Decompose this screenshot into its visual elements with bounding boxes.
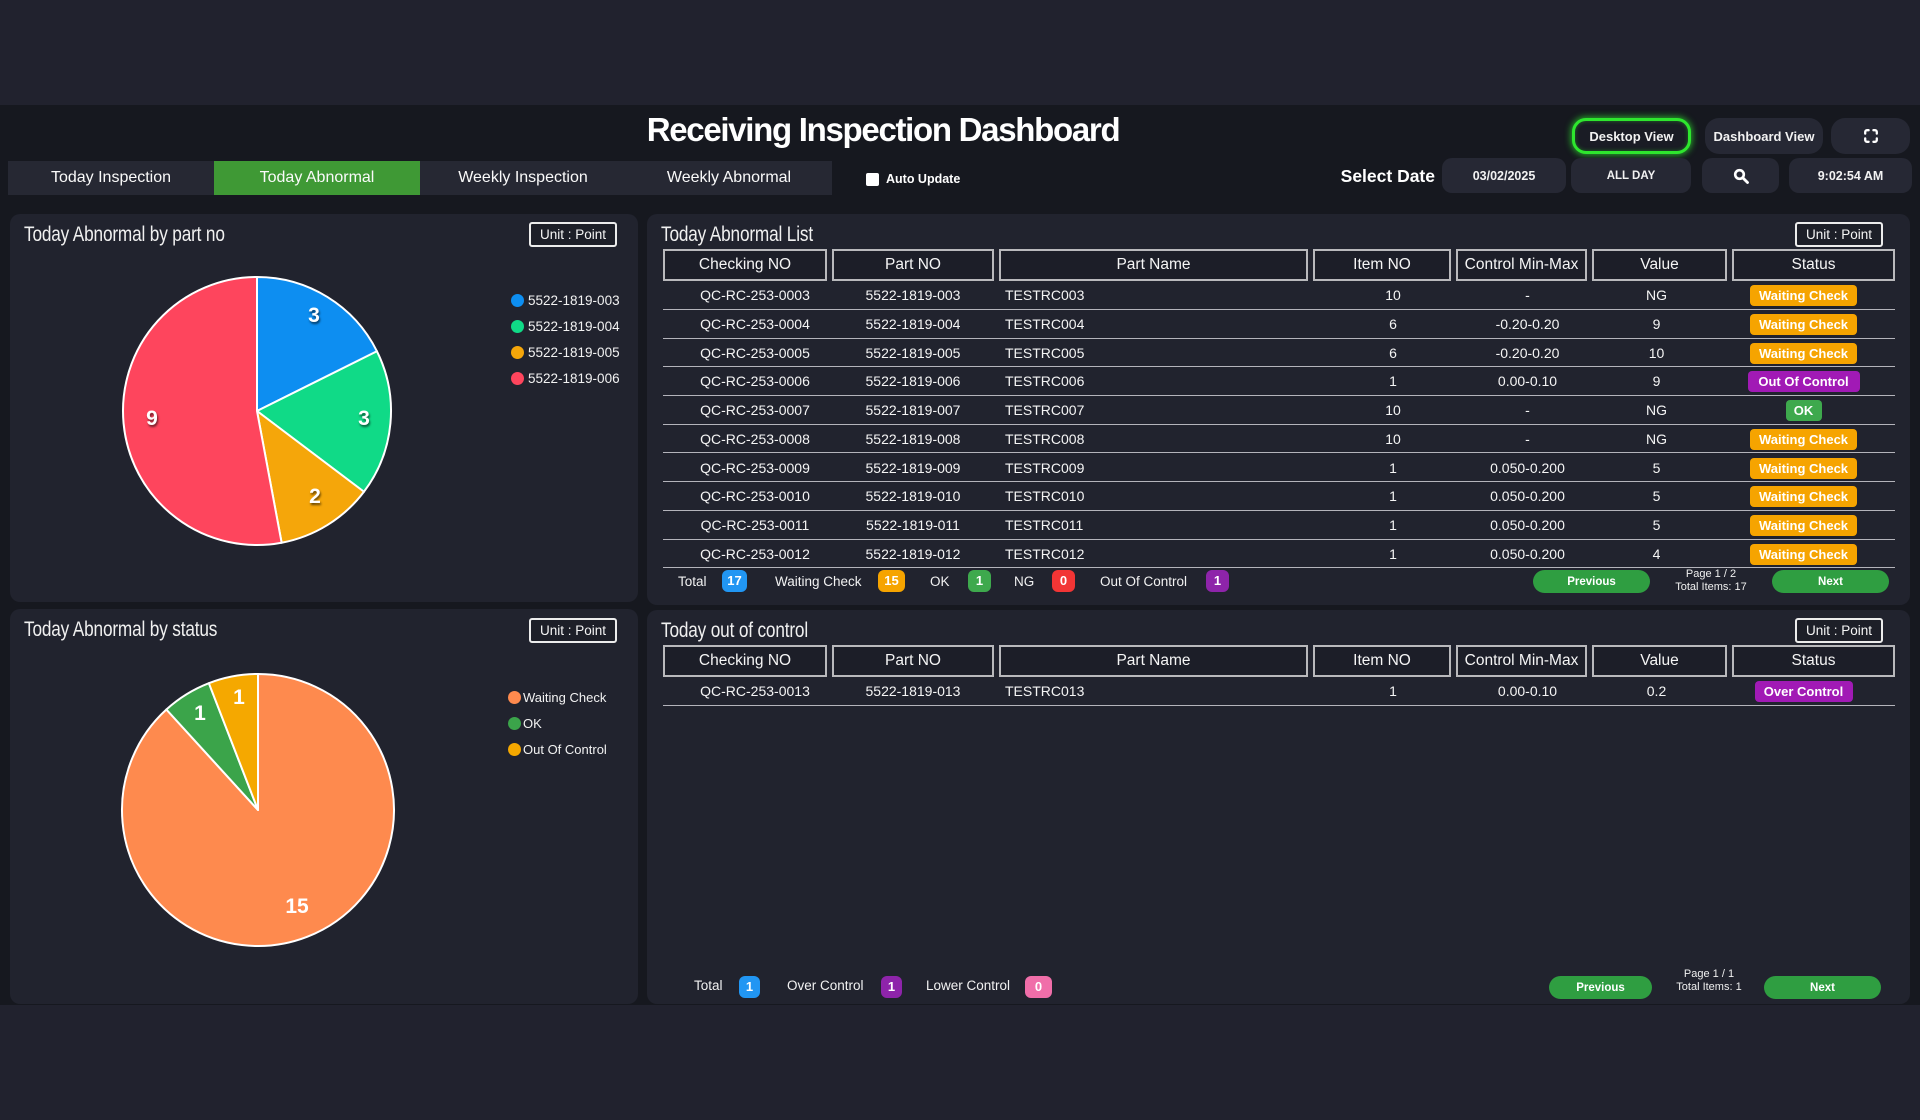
svg-text:3: 3 (358, 407, 370, 430)
svg-text:15: 15 (285, 895, 309, 918)
svg-text:1: 1 (194, 702, 206, 725)
svg-text:3: 3 (308, 304, 320, 327)
svg-text:1: 1 (233, 686, 245, 709)
svg-text:2: 2 (309, 485, 321, 508)
svg-text:9: 9 (146, 407, 158, 430)
